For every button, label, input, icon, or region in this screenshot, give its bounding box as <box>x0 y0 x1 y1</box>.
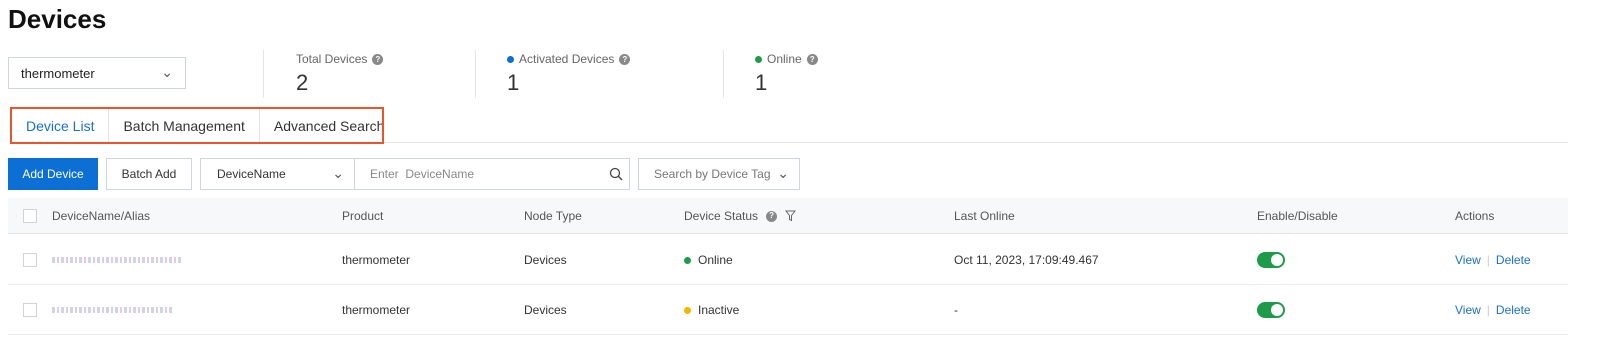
row-checkbox[interactable] <box>23 303 37 317</box>
last-online-cell: Oct 11, 2023, 17:09:49.467 <box>954 253 1099 267</box>
help-icon[interactable]: ? <box>766 210 778 222</box>
status-dot-icon <box>507 55 514 63</box>
status-text: Inactive <box>698 303 740 317</box>
divider <box>263 50 264 98</box>
actions-cell: View | Delete <box>1455 235 1531 285</box>
enable-toggle[interactable] <box>1257 252 1285 268</box>
device-name-redacted[interactable] <box>52 285 172 335</box>
search-field-select[interactable]: DeviceName ⌄ <box>200 158 355 190</box>
chevron-down-icon: ⌄ <box>777 165 789 181</box>
stat-value: 1 <box>507 70 520 95</box>
delete-link[interactable]: Delete <box>1496 303 1531 317</box>
search-input[interactable] <box>354 158 630 190</box>
status-text: Online <box>698 253 733 267</box>
table-row: thermometer Devices Inactive - View | De… <box>8 285 1568 335</box>
table-header: DeviceName/Alias Product Node Type Devic… <box>8 198 1568 234</box>
device-name-redacted[interactable] <box>52 235 182 285</box>
online-dot-icon <box>684 256 691 264</box>
stat-label: Total Devices <box>296 52 368 66</box>
tabs-underline <box>384 142 1568 143</box>
enable-toggle-cell <box>1257 285 1285 335</box>
stat-total-devices: Total Devices? 2 <box>296 52 384 96</box>
status-cell: Online <box>684 235 733 285</box>
column-header-actions: Actions <box>1455 209 1495 223</box>
search-field-value: DeviceName <box>217 167 286 181</box>
device-tag-placeholder: Search by Device Tag <box>654 167 771 181</box>
chevron-down-icon: ⌄ <box>161 64 173 80</box>
node-type-cell: Devices <box>524 303 567 317</box>
help-icon[interactable]: ? <box>619 53 631 65</box>
column-header-status: Device Status ? <box>684 198 797 234</box>
action-separator: | <box>1486 253 1490 267</box>
actions-cell: View | Delete <box>1455 285 1531 335</box>
page-title: Devices <box>8 4 107 34</box>
product-select-value: thermometer <box>21 65 95 81</box>
enable-toggle[interactable] <box>1257 302 1285 318</box>
row-checkbox[interactable] <box>23 253 37 267</box>
column-header-node-type: Node Type <box>524 209 582 223</box>
filter-icon[interactable] <box>785 210 797 222</box>
divider <box>723 50 724 98</box>
help-icon[interactable]: ? <box>372 53 384 65</box>
device-tag-select[interactable]: Search by Device Tag ⌄ <box>638 158 800 190</box>
add-device-button[interactable]: Add Device <box>8 158 98 190</box>
stat-online: Online? 1 <box>755 52 818 96</box>
tabs-highlight-box <box>10 107 384 144</box>
stat-activated-devices: Activated Devices? 1 <box>507 52 631 96</box>
select-all-checkbox[interactable] <box>23 209 37 223</box>
column-header-name: DeviceName/Alias <box>52 209 151 223</box>
product-cell: thermometer <box>342 253 411 267</box>
status-dot-icon <box>755 55 762 63</box>
stat-label: Online <box>767 52 802 66</box>
column-header-enable: Enable/Disable <box>1257 209 1338 223</box>
product-select[interactable]: thermometer ⌄ <box>8 57 186 89</box>
column-header-status-label: Device Status <box>684 209 759 223</box>
action-separator: | <box>1486 303 1490 317</box>
enable-toggle-cell <box>1257 235 1285 285</box>
product-cell: thermometer <box>342 303 411 317</box>
divider <box>475 50 476 98</box>
inactive-dot-icon <box>684 306 691 314</box>
help-icon[interactable]: ? <box>806 53 818 65</box>
view-link[interactable]: View <box>1455 303 1481 317</box>
table-row: thermometer Devices Online Oct 11, 2023,… <box>8 235 1568 285</box>
status-cell: Inactive <box>684 285 739 335</box>
stat-label: Activated Devices <box>519 52 615 66</box>
view-link[interactable]: View <box>1455 253 1481 267</box>
delete-link[interactable]: Delete <box>1496 253 1531 267</box>
column-header-product: Product <box>342 209 384 223</box>
node-type-cell: Devices <box>524 253 567 267</box>
stat-value: 2 <box>296 70 309 95</box>
batch-add-button[interactable]: Batch Add <box>106 158 192 190</box>
column-header-last-online: Last Online <box>954 209 1015 223</box>
last-online-cell: - <box>954 303 958 317</box>
search-icon[interactable] <box>609 167 623 181</box>
stat-value: 1 <box>755 70 768 95</box>
chevron-down-icon: ⌄ <box>332 165 344 181</box>
